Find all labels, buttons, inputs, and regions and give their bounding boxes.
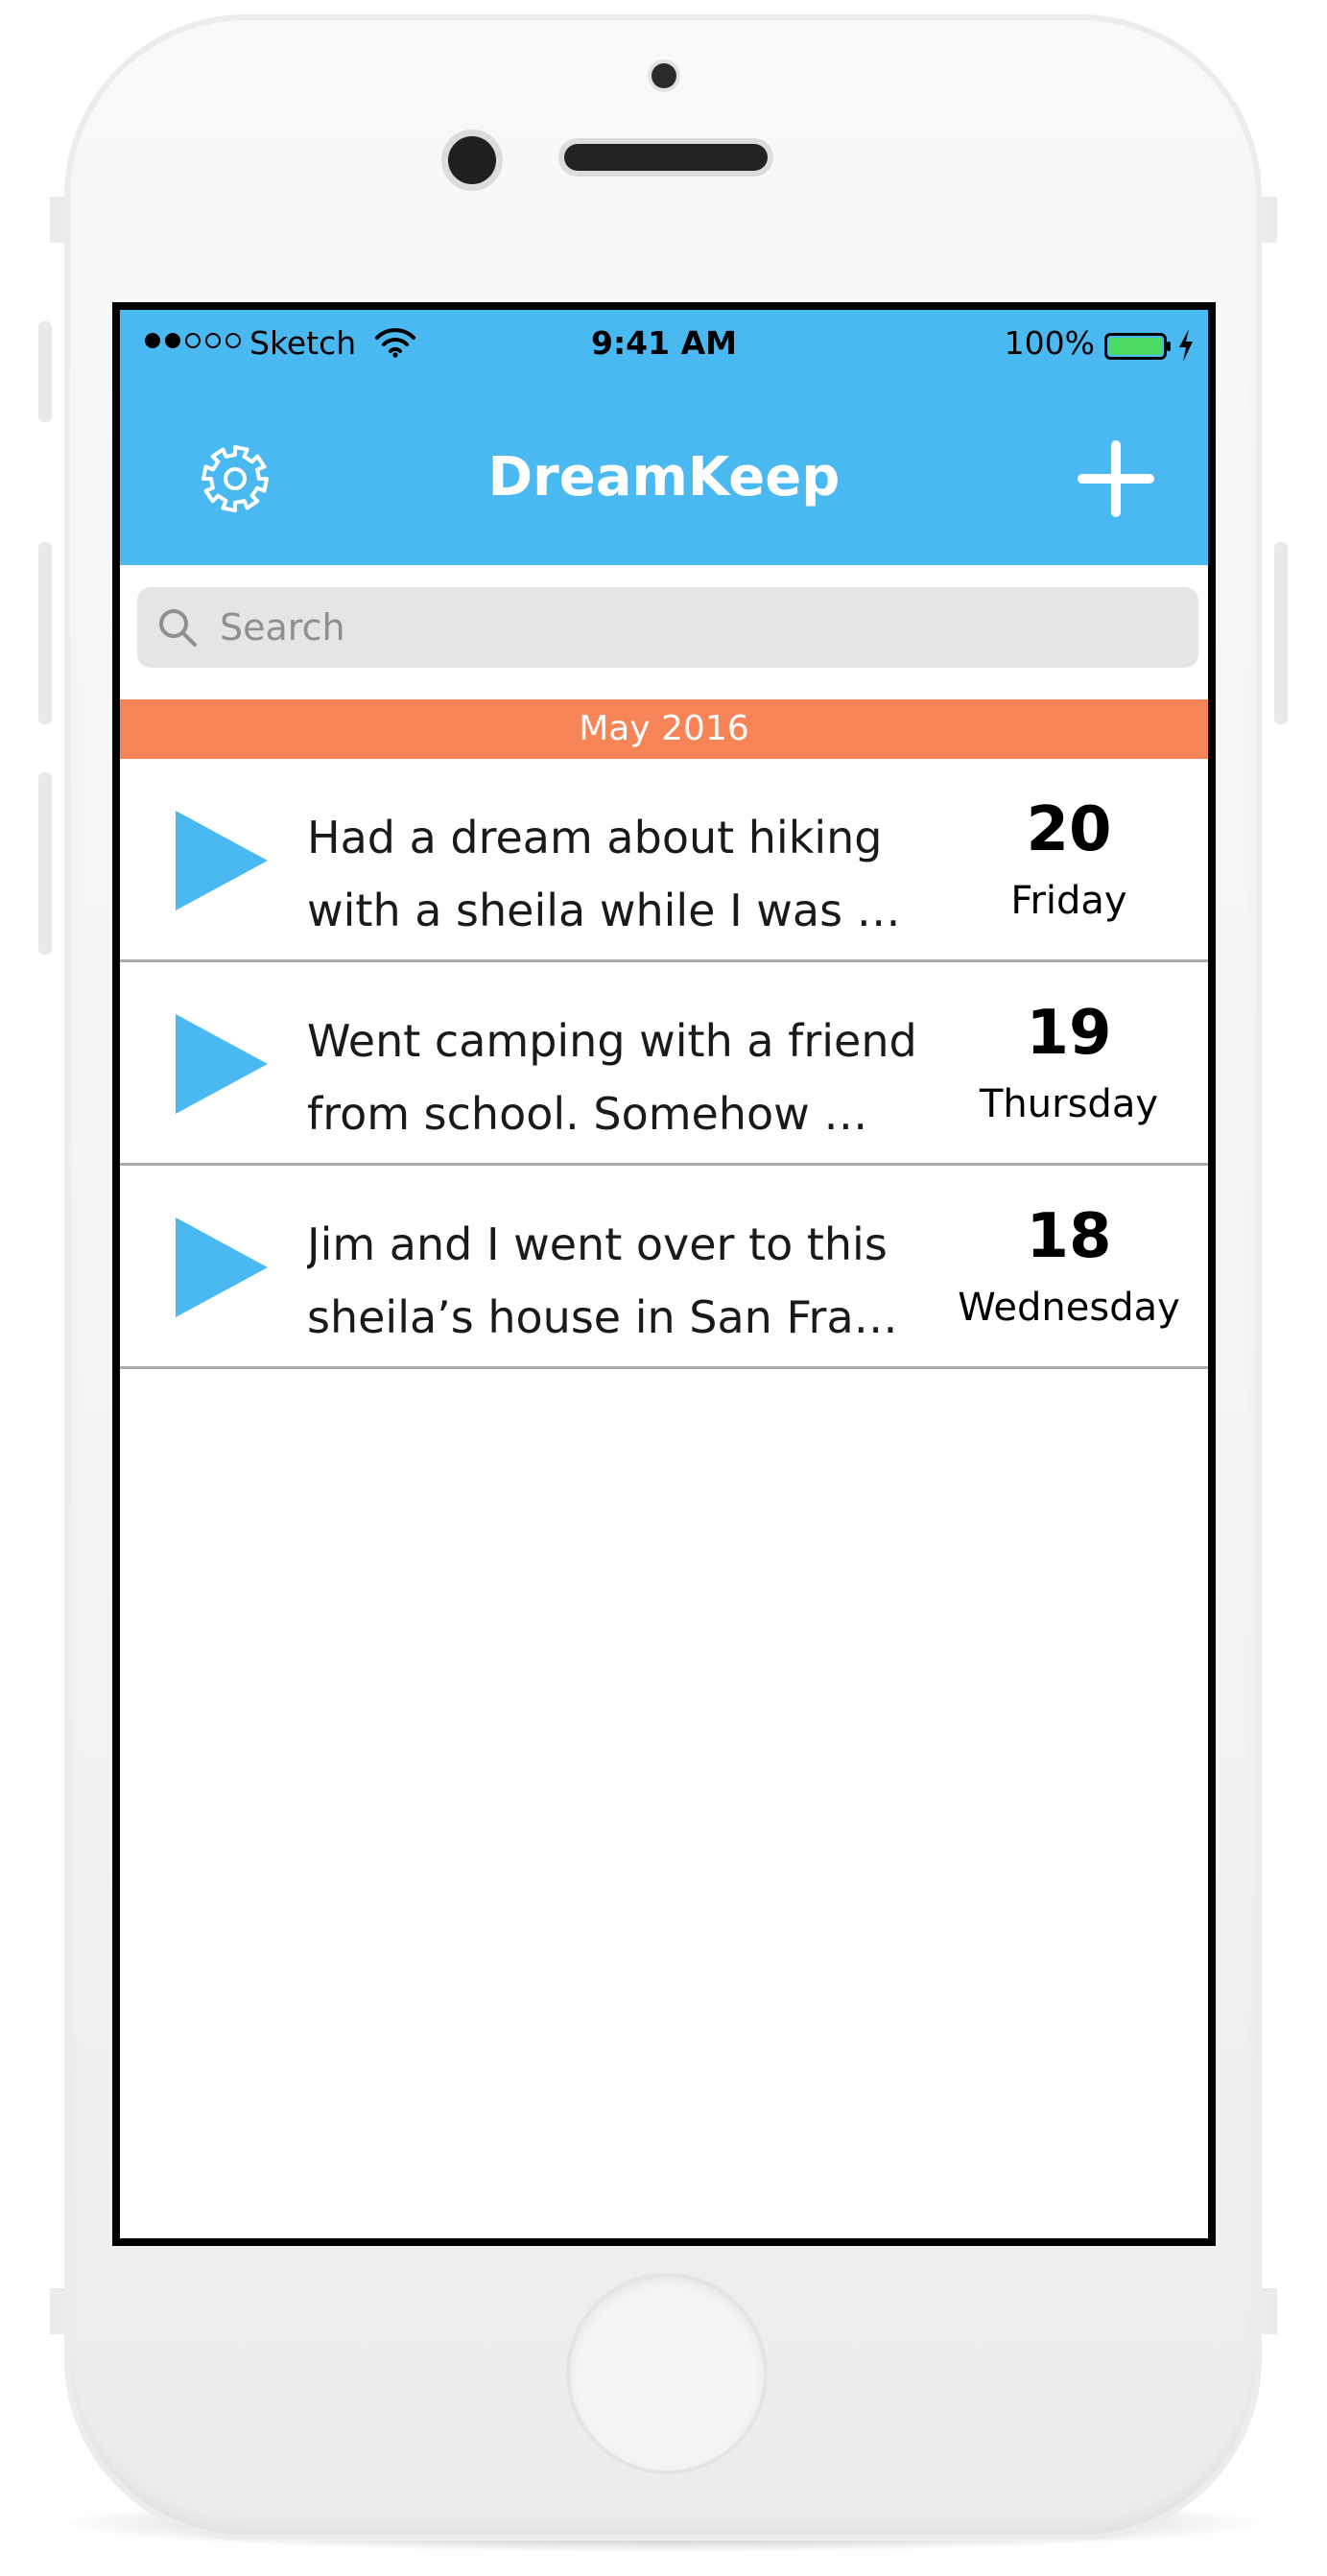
play-icon[interactable]	[176, 1014, 268, 1114]
entry-weekday: Friday	[1010, 879, 1127, 923]
antenna-band	[50, 2288, 65, 2334]
entry-day-number: 18	[1026, 1201, 1112, 1272]
home-button[interactable]	[570, 2277, 764, 2470]
search-icon	[159, 609, 197, 647]
entry-day-number: 20	[1026, 794, 1112, 865]
entry-date: 20 Friday	[930, 790, 1208, 930]
entry-preview-line: sheila’s house in San Fra…	[307, 1291, 898, 1343]
volume-up-button	[38, 542, 52, 724]
proximity-sensor	[448, 136, 496, 184]
volume-down-button	[38, 772, 52, 955]
entry-day-number: 19	[1026, 998, 1112, 1069]
battery-percentage: 100%	[1004, 324, 1095, 362]
entry-preview: Had a dream about hiking with a sheila w…	[307, 801, 921, 947]
entry-preview-line: with a sheila while I was …	[307, 885, 901, 936]
antenna-band	[1262, 197, 1277, 243]
entry-preview-line: Went camping with a friend	[307, 1015, 917, 1067]
search-input[interactable]	[220, 587, 1160, 668]
battery-icon	[1104, 333, 1171, 360]
list-item[interactable]: Had a dream about hiking with a sheila w…	[120, 759, 1208, 962]
entry-preview: Went camping with a friend from school. …	[307, 1004, 921, 1150]
plus-icon[interactable]	[1078, 440, 1154, 517]
entry-weekday: Wednesday	[958, 1286, 1180, 1330]
phone-screen: Sketch 9:41 AM 100% DreamKeep Search May…	[112, 302, 1216, 2246]
dream-list: Had a dream about hiking with a sheila w…	[120, 759, 1208, 1369]
charging-bolt-icon	[1179, 329, 1193, 362]
play-icon[interactable]	[176, 1217, 268, 1317]
entry-preview-line: Had a dream about hiking	[307, 812, 883, 863]
entry-date: 19 Thursday	[930, 993, 1208, 1133]
app-title: DreamKeep	[487, 446, 841, 508]
earpiece-speaker	[564, 144, 768, 171]
antenna-band	[50, 197, 65, 243]
entry-preview-line: from school. Somehow …	[307, 1088, 868, 1140]
search-bar	[137, 587, 1198, 668]
power-button	[1274, 542, 1288, 724]
entry-preview-line: Jim and I went over to this	[307, 1218, 888, 1270]
entry-preview: Jim and I went over to this sheila’s hou…	[307, 1208, 921, 1354]
mute-switch	[38, 321, 52, 422]
play-icon[interactable]	[176, 811, 268, 910]
navigation-header: Sketch 9:41 AM 100% DreamKeep	[120, 310, 1208, 565]
status-bar: Sketch 9:41 AM 100%	[120, 310, 1208, 377]
entry-date: 18 Wednesday	[930, 1196, 1208, 1336]
entry-weekday: Thursday	[980, 1082, 1158, 1126]
list-item[interactable]: Went camping with a friend from school. …	[120, 962, 1208, 1166]
antenna-band	[1262, 2288, 1277, 2334]
section-header: May 2016	[120, 699, 1208, 759]
list-item[interactable]: Jim and I went over to this sheila’s hou…	[120, 1166, 1208, 1369]
front-camera	[652, 63, 676, 88]
